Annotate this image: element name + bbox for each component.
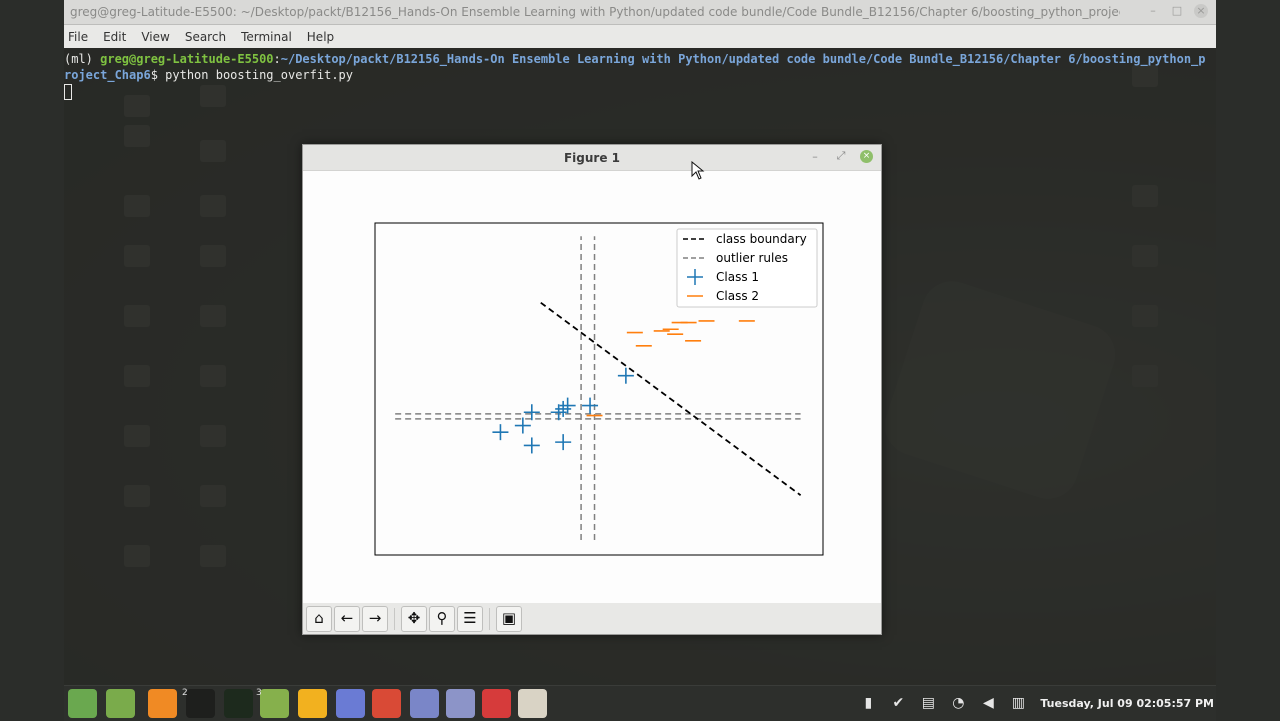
screen-border-left: [0, 0, 64, 720]
clock[interactable]: Tuesday, Jul 09 02:05:57 PM: [1040, 697, 1214, 710]
legend-label-class2: Class 2: [716, 289, 759, 303]
taskbar: 2 3 ▮ ✔ ▤ ◔ ◀ ▥ Tuesday, Jul 09 02:05:57 …: [64, 685, 1216, 721]
menu-view[interactable]: View: [141, 30, 169, 44]
terminal-output[interactable]: (ml) greg@greg-Latitude-E5500:~/Desktop/…: [64, 48, 1216, 100]
prompt-separator: :: [273, 52, 281, 66]
prompt-env: (ml): [64, 52, 101, 66]
maximize-icon[interactable]: ⤢: [834, 149, 848, 163]
window-count-badge: 3: [256, 688, 262, 698]
legend-label-boundary: class boundary: [716, 232, 807, 246]
battery-icon[interactable]: ▥: [1008, 695, 1028, 713]
notes-icon[interactable]: [410, 689, 439, 718]
configure-icon[interactable]: ☰: [457, 605, 483, 632]
prompt-path-wrap: roject_Chap6: [64, 68, 151, 82]
zoom-icon[interactable]: ⚲: [429, 605, 455, 632]
mouse-pointer-icon: [691, 161, 705, 180]
figure-title: Figure 1: [563, 151, 621, 165]
prompt-user: greg@greg-Latitude-E5500: [100, 52, 274, 66]
camera-icon[interactable]: ▮: [858, 695, 878, 713]
plot-canvas[interactable]: class boundary outlier rules Class 1 Cla…: [303, 171, 881, 603]
folder-icon[interactable]: 3: [256, 688, 289, 718]
python-figure-icon[interactable]: [518, 689, 547, 718]
window-count-badge: 2: [182, 688, 188, 698]
clipboard-icon[interactable]: ▤: [918, 695, 938, 713]
menu-file[interactable]: File: [68, 30, 88, 44]
discord-icon[interactable]: [336, 689, 365, 718]
screen-border-right: [1216, 0, 1280, 720]
command-text: python boosting_overfit.py: [165, 68, 353, 82]
volume-icon[interactable]: ◀: [978, 695, 998, 713]
ebook-icon[interactable]: [482, 689, 511, 718]
back-icon[interactable]: ←: [334, 605, 360, 632]
forward-icon[interactable]: →: [362, 605, 388, 632]
minimize-icon[interactable]: –: [808, 150, 822, 163]
menu-terminal[interactable]: Terminal: [241, 30, 292, 44]
terminal-icon[interactable]: 2: [182, 688, 215, 718]
terminal-title: greg@greg-Latitude-E5500: ~/Desktop/pack…: [70, 5, 1120, 19]
prompt-path: ~/Desktop/packt/B12156_Hands-On Ensemble…: [280, 52, 1206, 66]
menu-help[interactable]: Help: [307, 30, 334, 44]
save-icon[interactable]: ▣: [496, 605, 522, 632]
pan-icon[interactable]: ✥: [401, 605, 427, 632]
text-cursor: [64, 83, 72, 100]
legend-label-class1: Class 1: [716, 270, 759, 284]
chrome-icon[interactable]: [372, 689, 401, 718]
scatter-plot: class boundary outlier rules Class 1 Cla…: [374, 222, 824, 556]
figure-window[interactable]: Figure 1 – ⤢ × class boundary outlier ru…: [302, 144, 882, 635]
system-tray: ▮ ✔ ▤ ◔ ◀ ▥ Tuesday, Jul 09 02:05:57 PM: [848, 686, 1216, 721]
files-icon[interactable]: [106, 689, 135, 718]
prompt-dollar: $: [150, 68, 166, 82]
figure-titlebar[interactable]: Figure 1 – ⤢ ×: [303, 145, 881, 171]
document-icon[interactable]: [446, 689, 475, 718]
wifi-icon[interactable]: ◔: [948, 695, 968, 713]
app-yellow-icon[interactable]: [298, 689, 327, 718]
home-icon[interactable]: ⌂: [306, 605, 332, 632]
legend: class boundary outlier rules Class 1 Cla…: [676, 228, 818, 308]
close-icon[interactable]: ×: [1194, 4, 1208, 18]
system-monitor-icon[interactable]: [224, 689, 253, 718]
shield-icon[interactable]: ✔: [888, 695, 908, 713]
menu-search[interactable]: Search: [185, 30, 226, 44]
toolbar-separator: [394, 607, 395, 630]
close-icon[interactable]: ×: [860, 149, 873, 163]
menu-edit[interactable]: Edit: [103, 30, 126, 44]
toolbar-separator: [489, 607, 490, 630]
minimize-icon[interactable]: –: [1146, 4, 1160, 18]
terminal-menubar: File Edit View Search Terminal Help: [64, 25, 1216, 48]
figure-toolbar: ⌂ ← → ✥ ⚲ ☰ ▣: [303, 603, 881, 634]
mint-menu-icon[interactable]: [68, 689, 97, 718]
maximize-icon[interactable]: □: [1170, 4, 1184, 18]
firefox-icon[interactable]: [148, 689, 177, 718]
legend-label-rules: outlier rules: [716, 251, 788, 265]
terminal-titlebar[interactable]: greg@greg-Latitude-E5500: ~/Desktop/pack…: [64, 0, 1216, 25]
